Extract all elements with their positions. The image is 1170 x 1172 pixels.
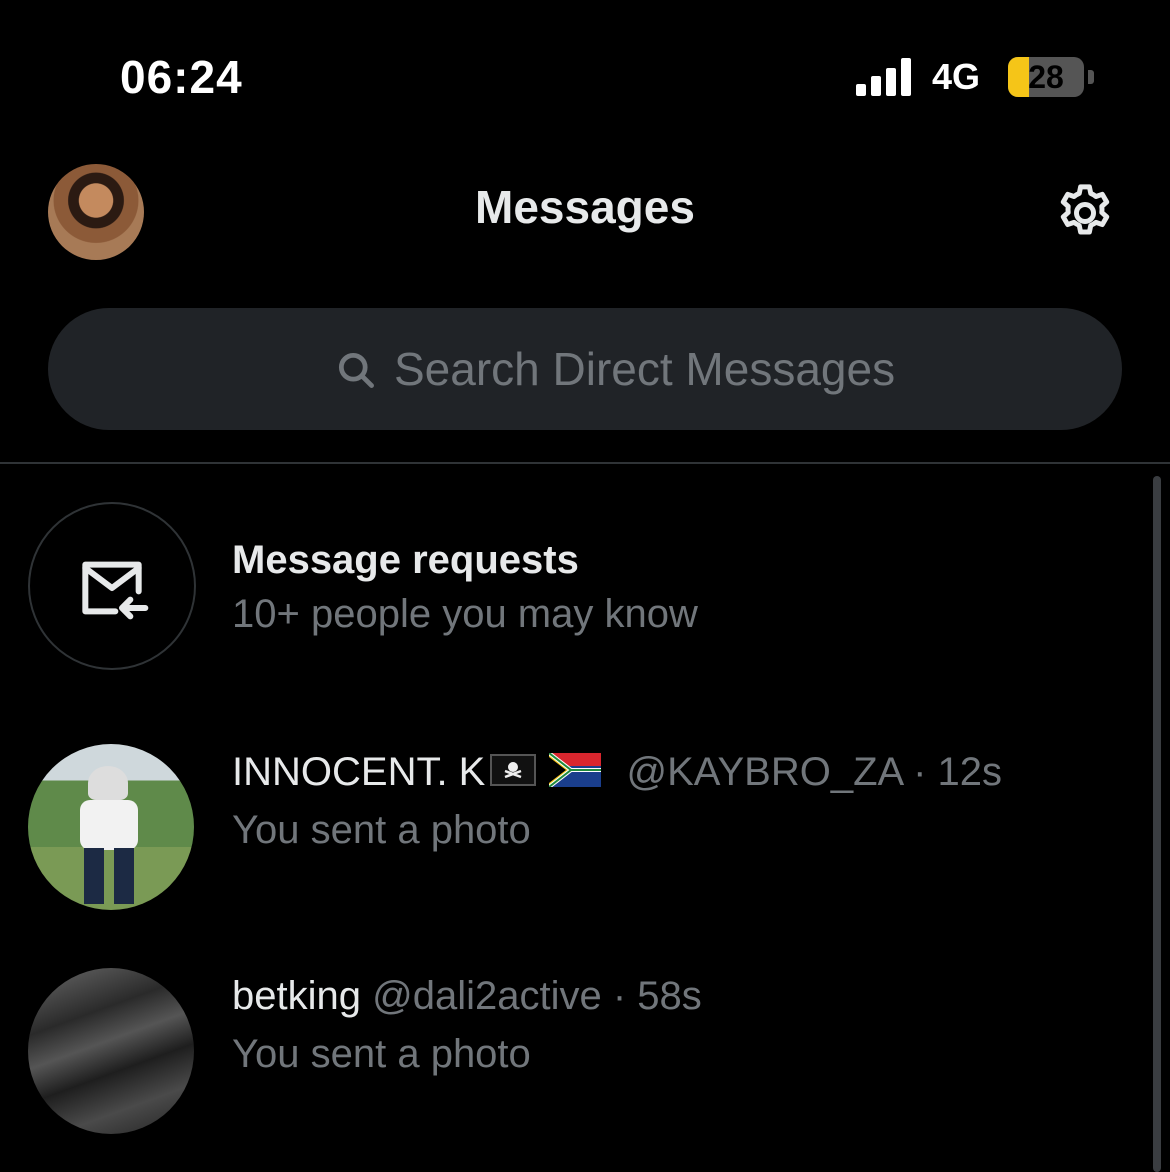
search-placeholder: Search Direct Messages: [394, 343, 896, 395]
top-header: Messages: [0, 150, 1170, 274]
battery-icon: 28: [1008, 57, 1094, 97]
conversation-row[interactable]: INNOCENT. K @KAYBRO_ZA · 12s You sent a …: [0, 744, 1140, 924]
search-icon: [334, 348, 378, 392]
message-requests-row[interactable]: Message requests 10+ people you may know: [0, 502, 1140, 682]
network-type: 4G: [932, 56, 981, 97]
message-time: · 12s: [913, 750, 1003, 794]
message-preview: You sent a photo: [232, 808, 531, 852]
conversation-header: betking @dali2active · 58s: [232, 974, 702, 1019]
conversation-row[interactable]: betking @dali2active · 58s You sent a ph…: [0, 968, 1140, 1148]
south-africa-flag-icon: [548, 751, 602, 797]
contact-name: INNOCENT. K: [232, 750, 486, 794]
contact-name: betking: [232, 974, 361, 1018]
requests-title: Message requests: [232, 538, 579, 582]
message-preview: You sent a photo: [232, 1032, 531, 1076]
divider: [0, 462, 1170, 464]
requests-subtitle: 10+ people you may know: [232, 592, 698, 636]
search-input[interactable]: Search Direct Messages: [48, 308, 1122, 430]
page-title: Messages: [475, 181, 695, 233]
avatar[interactable]: [28, 744, 194, 910]
avatar[interactable]: [28, 968, 194, 1134]
conversation-header: INNOCENT. K @KAYBRO_ZA · 12s: [232, 750, 1002, 797]
status-time: 06:24: [120, 51, 243, 103]
signal-icon: [856, 58, 916, 96]
gear-icon[interactable]: [1052, 180, 1118, 246]
contact-handle: @KAYBRO_ZA: [626, 750, 902, 794]
scrollbar[interactable]: [1153, 476, 1161, 1172]
envelope-incoming-icon: [28, 502, 196, 670]
pirate-flag-icon: [489, 752, 537, 797]
battery-level: 28: [1028, 59, 1064, 95]
message-time: · 58s: [612, 974, 702, 1018]
status-bar: 06:24 4G 28: [0, 0, 1170, 150]
contact-handle: @dali2active: [372, 974, 602, 1018]
